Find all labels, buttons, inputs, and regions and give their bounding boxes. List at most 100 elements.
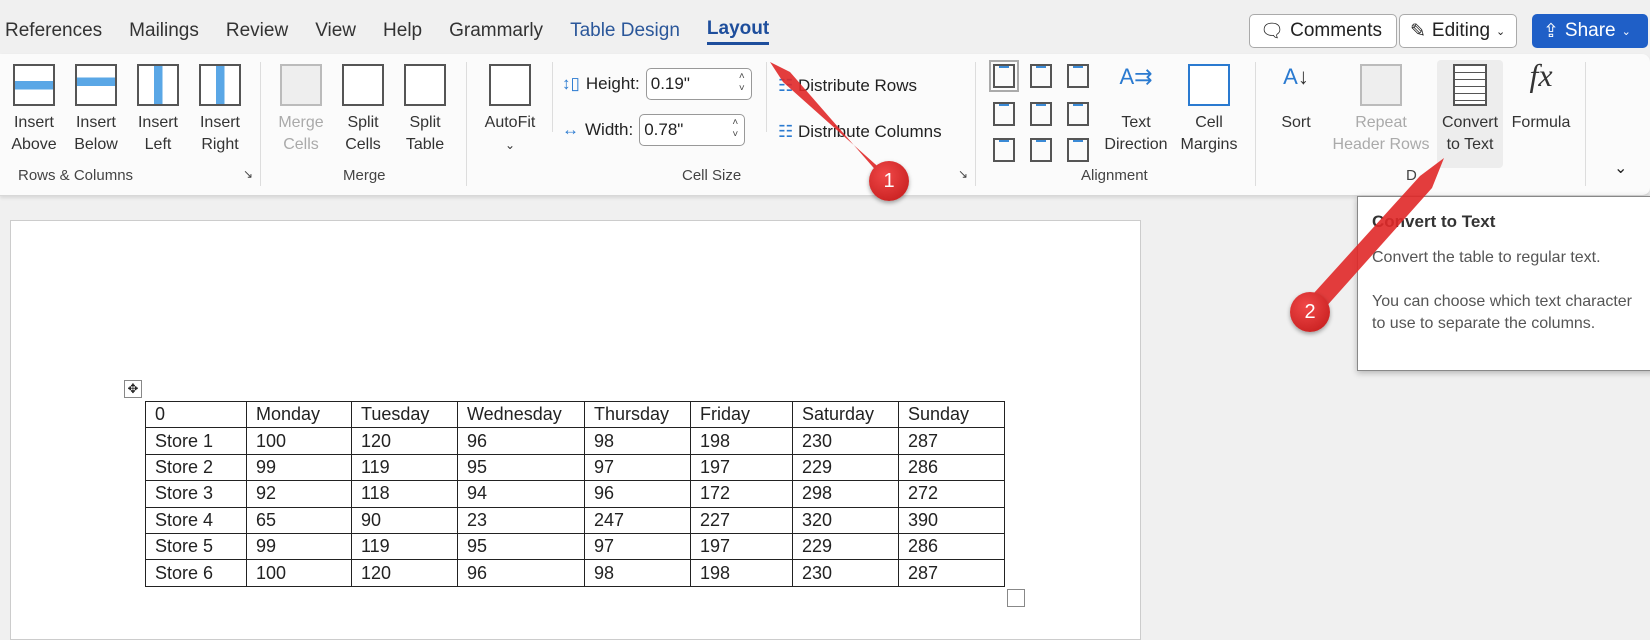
table-cell[interactable]: 98 [584,559,691,587]
chevron-down-icon: ⌄ [1621,25,1631,38]
table-cell[interactable]: 287 [898,559,1005,587]
table-cell[interactable]: Store 4 [145,506,247,534]
align-top-center-button[interactable] [1030,64,1052,88]
table-cell[interactable]: 119 [351,532,458,561]
table-cell[interactable]: 98 [584,427,691,455]
table-cell[interactable]: 120 [351,427,458,455]
align-center-left-button[interactable] [993,102,1015,126]
table-cell[interactable]: 198 [690,559,793,587]
table-cell[interactable]: Thursday [584,400,691,429]
align-center-button[interactable] [1030,102,1052,126]
align-center-right-button[interactable] [1067,102,1089,126]
table-cell[interactable]: 92 [246,480,352,508]
tab-review[interactable]: Review [226,12,288,42]
sort-button[interactable]: A↓ Sort [1268,60,1324,134]
insert-above-button[interactable]: Insert Above [8,60,60,156]
editing-button[interactable]: ✎ Editing ⌄ [1399,14,1517,48]
distribute-rows-button[interactable]: ☷ Distribute Rows [778,76,917,96]
table-cell[interactable]: 23 [457,506,585,534]
share-button[interactable]: ⇪ Share ⌄ [1532,14,1648,48]
table-cell[interactable]: 198 [690,427,793,455]
table-cell[interactable]: 172 [690,480,793,508]
table-cell[interactable]: 197 [690,532,793,561]
table-cell[interactable]: Tuesday [351,400,458,429]
table-cell[interactable]: 197 [690,453,793,482]
tab-mailings[interactable]: Mailings [129,12,199,42]
table-cell[interactable]: 120 [351,559,458,587]
formula-button[interactable]: fx Formula [1508,59,1574,134]
width-input[interactable]: 0.78" ˄ ˅ [639,114,746,146]
align-top-right-button[interactable] [1067,64,1089,88]
split-cells-button[interactable]: Split Cells [336,60,390,156]
table-cell[interactable]: 320 [792,506,899,534]
table-cell[interactable]: Sunday [898,400,1005,429]
table-cell[interactable]: 227 [690,506,793,534]
table-cell[interactable]: 100 [246,427,352,455]
table-cell[interactable]: 95 [457,453,585,482]
table-cell[interactable]: Store 3 [145,480,247,508]
align-bottom-right-button[interactable] [1067,138,1089,162]
table-cell[interactable]: 119 [351,453,458,482]
table-cell[interactable]: Store 1 [145,427,247,455]
table-cell[interactable]: 99 [246,532,352,561]
spinner-icon[interactable]: ˄ ˅ [739,71,745,95]
height-input[interactable]: 0.19" ˄ ˅ [645,68,752,100]
distribute-columns-button[interactable]: ☷ Distribute Columns [778,122,942,142]
tab-grammarly[interactable]: Grammarly [449,12,543,42]
table-cell[interactable]: 229 [792,453,899,482]
dialog-launcher-icon[interactable]: ↘ [243,167,253,181]
table-cell[interactable]: 96 [584,480,691,508]
split-table-button[interactable]: Split Table [398,60,452,156]
insert-below-button[interactable]: Insert Below [70,60,122,156]
table-cell[interactable]: 95 [457,532,585,561]
table-cell[interactable]: 229 [792,532,899,561]
table-cell[interactable]: 287 [898,427,1005,455]
table-cell[interactable]: 99 [246,453,352,482]
tab-view[interactable]: View [315,12,356,42]
table-cell[interactable]: 118 [351,480,458,508]
table-cell[interactable]: 97 [584,453,691,482]
table-cell[interactable]: 100 [246,559,352,587]
table-cell[interactable]: 94 [457,480,585,508]
spinner-icon[interactable]: ˄ ˅ [732,117,738,141]
table-cell[interactable]: Store 2 [145,453,247,482]
table-cell[interactable]: Wednesday [457,400,585,429]
table-cell[interactable]: Store 6 [145,559,247,587]
table-cell[interactable]: 0 [145,400,247,429]
table-cell[interactable]: 286 [898,532,1005,561]
table-cell[interactable]: Store 5 [145,532,247,561]
table-cell[interactable]: 96 [457,427,585,455]
table-move-handle-icon[interactable]: ✥ [124,380,142,398]
convert-to-text-button[interactable]: Convert to Text [1437,60,1503,168]
table-cell[interactable]: 230 [792,427,899,455]
insert-right-button[interactable]: Insert Right [194,60,246,156]
table-cell[interactable]: 90 [351,506,458,534]
align-bottom-center-button[interactable] [1030,138,1052,162]
table-cell[interactable]: 286 [898,453,1005,482]
collapse-ribbon-icon[interactable]: ⌄ [1614,158,1627,178]
table-cell[interactable]: Monday [246,400,352,429]
table-cell[interactable]: Saturday [792,400,899,429]
insert-left-button[interactable]: Insert Left [132,60,184,156]
tab-references[interactable]: References [5,12,102,42]
table-cell[interactable]: Friday [690,400,793,429]
align-bottom-left-button[interactable] [993,138,1015,162]
align-top-left-button[interactable] [989,60,1019,92]
autofit-button[interactable]: AutoFit ⌄ [478,60,542,156]
table-cell[interactable]: 96 [457,559,585,587]
cell-margins-button[interactable]: Cell Margins [1176,60,1242,156]
table-cell[interactable]: 272 [898,480,1005,508]
table-cell[interactable]: 298 [792,480,899,508]
table-resize-handle[interactable] [1007,589,1025,607]
comments-button[interactable]: 🗨 Comments [1249,14,1397,48]
table-cell[interactable]: 65 [246,506,352,534]
table-cell[interactable]: 390 [898,506,1005,534]
dialog-launcher-icon[interactable]: ↘ [958,167,968,181]
text-direction-button[interactable]: A⇉ Text Direction [1100,60,1172,156]
table-cell[interactable]: 230 [792,559,899,587]
tab-layout[interactable]: Layout [706,10,770,45]
table-cell[interactable]: 247 [584,506,691,534]
tab-table-design[interactable]: Table Design [570,12,680,42]
table-cell[interactable]: 97 [584,532,691,561]
tab-help[interactable]: Help [383,12,422,42]
